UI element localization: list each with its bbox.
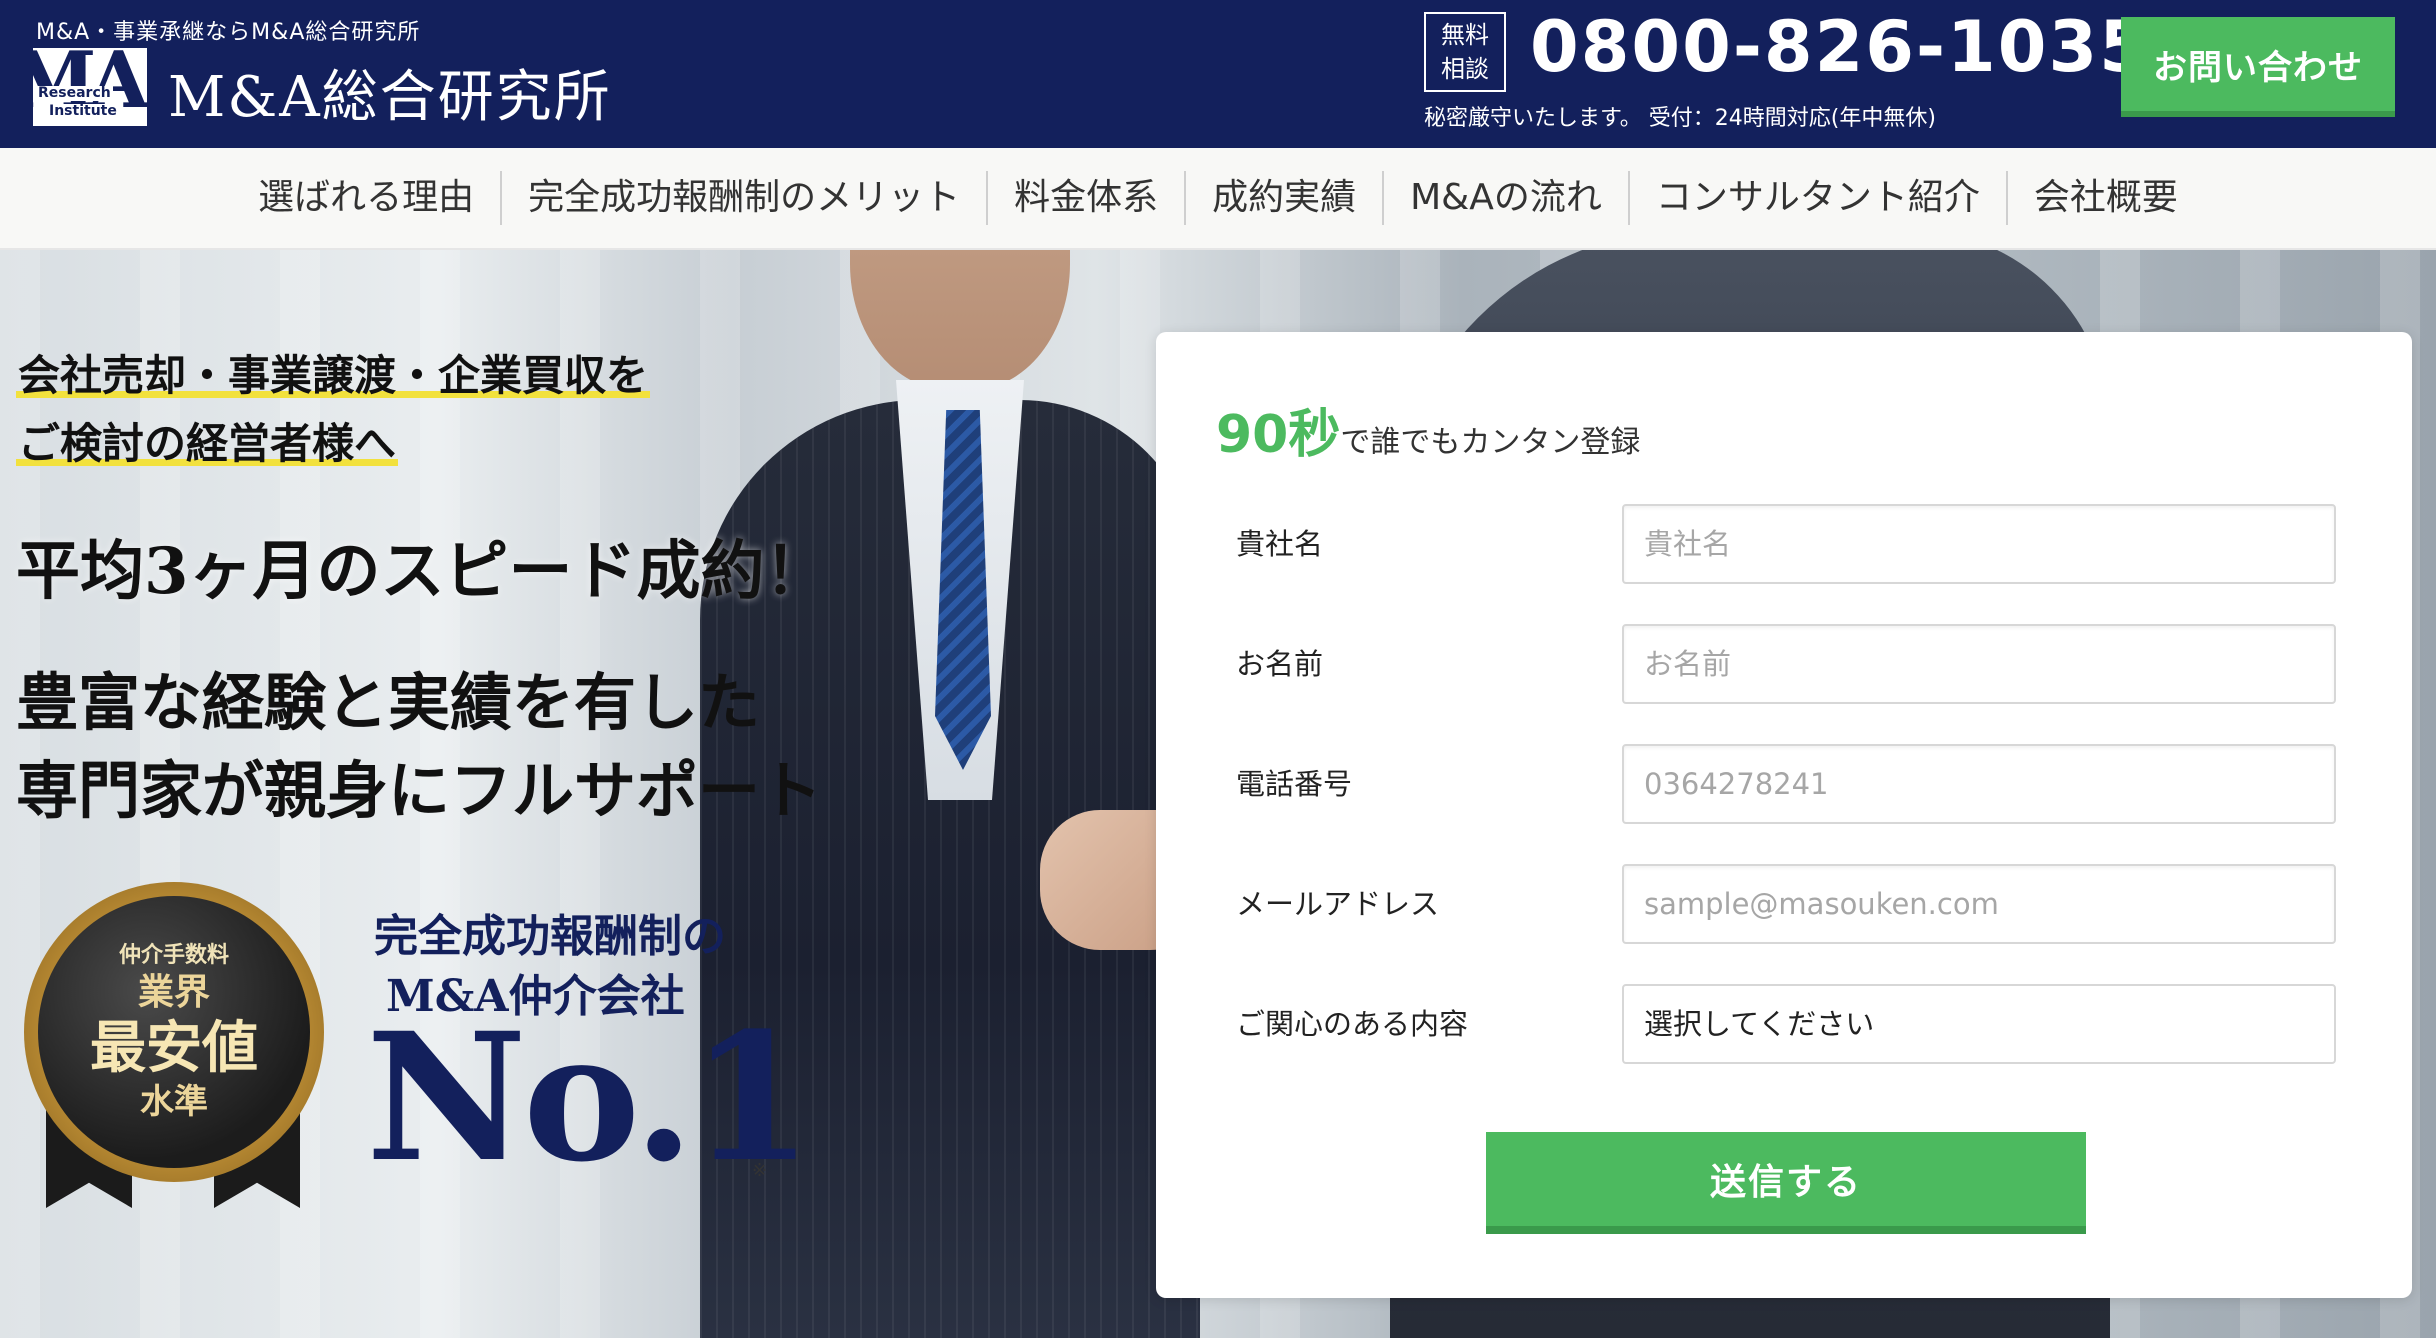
hero-section: 会社売却・事業譲渡・企業買収を ご検討の経営者様へ 平均3ヶ月のスピード成約！ … bbox=[0, 250, 2436, 1338]
logo-text[interactable]: M&A総合研究所 bbox=[168, 52, 612, 133]
nav-item-results[interactable]: 成約実績 bbox=[1186, 171, 1382, 225]
form-row-interest: ご関心のある内容 選択してください bbox=[1236, 984, 2336, 1064]
site-header: M&A・事業承継ならM&A総合研究所 MA Research Institute… bbox=[0, 0, 2436, 148]
nav-item-company[interactable]: 会社概要 bbox=[2008, 171, 2204, 225]
medal-text-1: 仲介手数料 bbox=[118, 943, 229, 968]
logo-mark-institute: Institute bbox=[47, 103, 119, 120]
hero-headline: 平均3ヶ月のスピード成約！ bbox=[16, 534, 829, 609]
nav-item-pricing[interactable]: 料金体系 bbox=[988, 171, 1184, 225]
logo-mark-research: Research bbox=[36, 85, 113, 102]
hero-highlight-line2: ご検討の経営者様へ bbox=[16, 410, 399, 471]
submit-button[interactable]: 送信する bbox=[1486, 1132, 2086, 1234]
form-lead-text: で誰でもカンタン登録 bbox=[1340, 425, 1641, 460]
form-row-company: 貴社名 bbox=[1236, 504, 2336, 584]
no1-label-line1: 完全成功報酬制の bbox=[374, 911, 726, 962]
lowest-fee-medal-icon: 仲介手数料 業界 最安値 水準 bbox=[24, 882, 324, 1212]
company-name-label: 貴社名 bbox=[1236, 527, 1324, 561]
phone-number-link[interactable]: 0800-826-1035 bbox=[1530, 6, 2150, 88]
medal-face: 仲介手数料 業界 最安値 水準 bbox=[38, 896, 310, 1168]
free-badge-line2: 相談 bbox=[1441, 55, 1489, 83]
nav-item-ma-flow[interactable]: M&Aの流れ bbox=[1384, 171, 1628, 225]
phone-label: 電話番号 bbox=[1236, 767, 1353, 801]
interest-label: ご関心のある内容 bbox=[1236, 1007, 1469, 1041]
medal-text-4: 水準 bbox=[140, 1082, 208, 1122]
no1-badge-text: No.1 bbox=[366, 994, 813, 1201]
phone-input[interactable] bbox=[1622, 744, 2336, 824]
name-label: お名前 bbox=[1236, 647, 1324, 681]
email-label: メールアドレス bbox=[1236, 887, 1440, 921]
contact-button[interactable]: お問い合わせ bbox=[2121, 17, 2395, 117]
interest-select[interactable]: 選択してください bbox=[1622, 984, 2336, 1064]
form-row-phone: 電話番号 bbox=[1236, 744, 2336, 824]
logo-mark-icon[interactable]: MA Research Institute bbox=[33, 48, 147, 126]
medal-text-3: 最安値 bbox=[90, 1015, 258, 1081]
hero-subline2: 専門家が親身にフルサポート bbox=[16, 754, 823, 827]
nav-item-success-fee-merit[interactable]: 完全成功報酬制のメリット bbox=[502, 171, 986, 225]
form-row-name: お名前 bbox=[1236, 624, 2336, 704]
free-consultation-badge: 無料 相談 bbox=[1424, 12, 1506, 92]
medal-text-2: 業界 bbox=[137, 971, 210, 1013]
free-badge-line1: 無料 bbox=[1441, 21, 1489, 49]
hero-subline1: 豊富な経験と実績を有した bbox=[16, 666, 761, 739]
hero-highlight-line1: 会社売却・事業譲渡・企業買収を bbox=[16, 342, 651, 403]
name-input[interactable] bbox=[1622, 624, 2336, 704]
registration-form: 90秒で誰でもカンタン登録 貴社名 お名前 電話番号 メールアドレス ご関心のあ… bbox=[1156, 332, 2412, 1298]
form-lead-seconds: 90秒 bbox=[1216, 405, 1341, 465]
no1-footnote-mark: ※ bbox=[752, 1160, 768, 1181]
form-lead: 90秒で誰でもカンタン登録 bbox=[1216, 392, 1640, 467]
phone-note: 秘密厳守いたします。 受付：24時間対応(年中無休) bbox=[1424, 106, 1936, 131]
main-nav: 選ばれる理由 完全成功報酬制のメリット 料金体系 成約実績 M&Aの流れ コンサ… bbox=[0, 148, 2436, 250]
nav-item-consultants[interactable]: コンサルタント紹介 bbox=[1630, 171, 2006, 225]
company-name-input[interactable] bbox=[1622, 504, 2336, 584]
form-row-email: メールアドレス bbox=[1236, 864, 2336, 944]
email-input[interactable] bbox=[1622, 864, 2336, 944]
header-tagline: M&A・事業承継ならM&A総合研究所 bbox=[36, 20, 421, 45]
nav-item-reasons[interactable]: 選ばれる理由 bbox=[232, 171, 500, 225]
